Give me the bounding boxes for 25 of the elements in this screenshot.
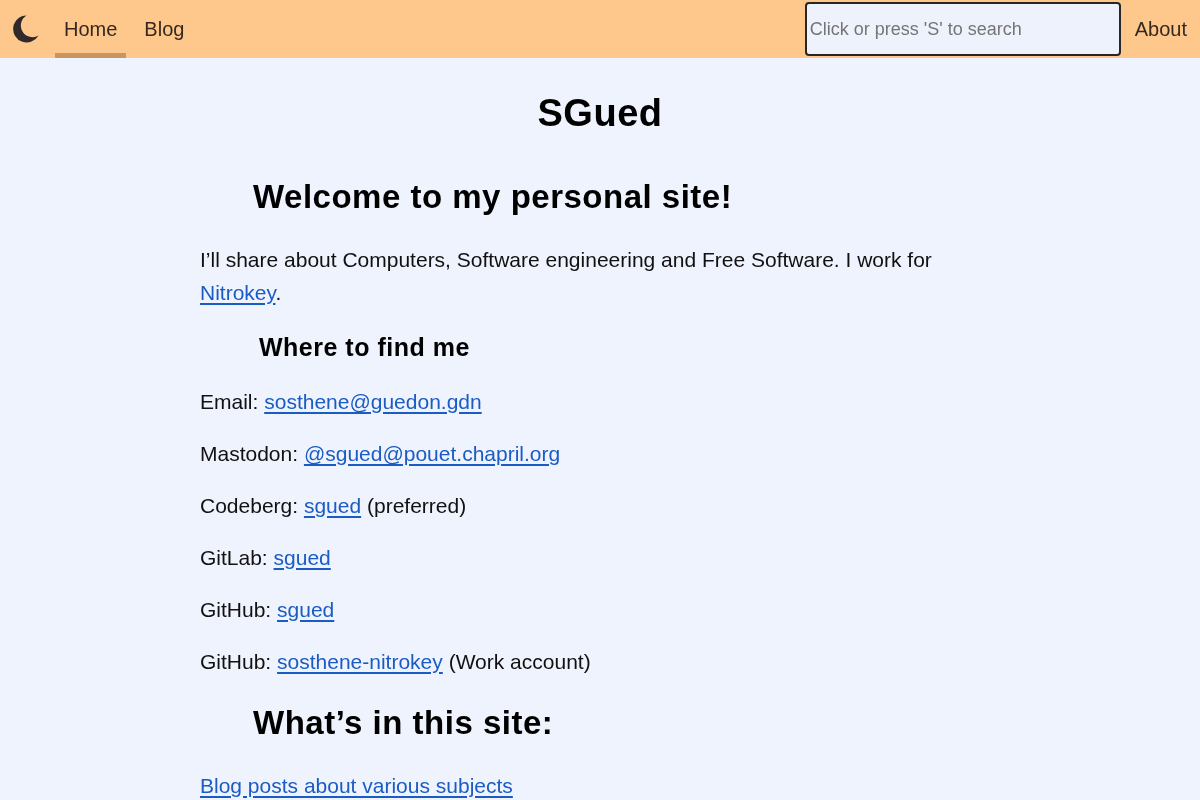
section-heading: What’s in this site: bbox=[252, 703, 555, 743]
moon-icon bbox=[12, 15, 39, 43]
paragraph: Mastodon: @sgued@pouet.chapril.org bbox=[200, 441, 562, 467]
text-link[interactable]: Blog posts about various subjects bbox=[200, 774, 513, 797]
subsection-heading: Where to find me bbox=[258, 332, 471, 363]
text-link[interactable]: sgued bbox=[273, 546, 331, 569]
text-link[interactable]: sgued bbox=[277, 598, 335, 621]
search-field[interactable]: Click or press 'S' to search bbox=[804, 2, 1121, 56]
paragraph: Codeberg: sgued (preferred) bbox=[200, 493, 468, 519]
text-link[interactable]: sosthene-nitrokey bbox=[277, 650, 443, 673]
nav-tab[interactable]: Home bbox=[55, 0, 127, 58]
paragraph: GitLab: sgued bbox=[200, 545, 332, 571]
section-heading: Welcome to my personal site! bbox=[252, 177, 734, 217]
text-link[interactable]: @sgued@pouet.chapril.org bbox=[303, 442, 561, 465]
nav-tab[interactable]: Blog bbox=[135, 0, 194, 58]
site-title: SGued bbox=[537, 91, 663, 136]
theme-toggle-button[interactable] bbox=[12, 15, 39, 43]
paragraph: Email: sosthene@guedon.gdn bbox=[200, 389, 483, 415]
text-link[interactable]: Nitrokey bbox=[200, 281, 276, 304]
paragraph: GitHub: sgued bbox=[200, 597, 336, 623]
about-link[interactable]: About bbox=[1134, 14, 1187, 44]
text-link[interactable]: sosthene@guedon.gdn bbox=[264, 390, 482, 413]
paragraph: GitHub: sosthene-nitrokey (Work account) bbox=[200, 649, 592, 675]
text-link[interactable]: sgued bbox=[303, 494, 362, 517]
paragraph: I’ll share about Computers, Software engineering and Free Software. I work for Nitrokey. bbox=[200, 247, 933, 306]
